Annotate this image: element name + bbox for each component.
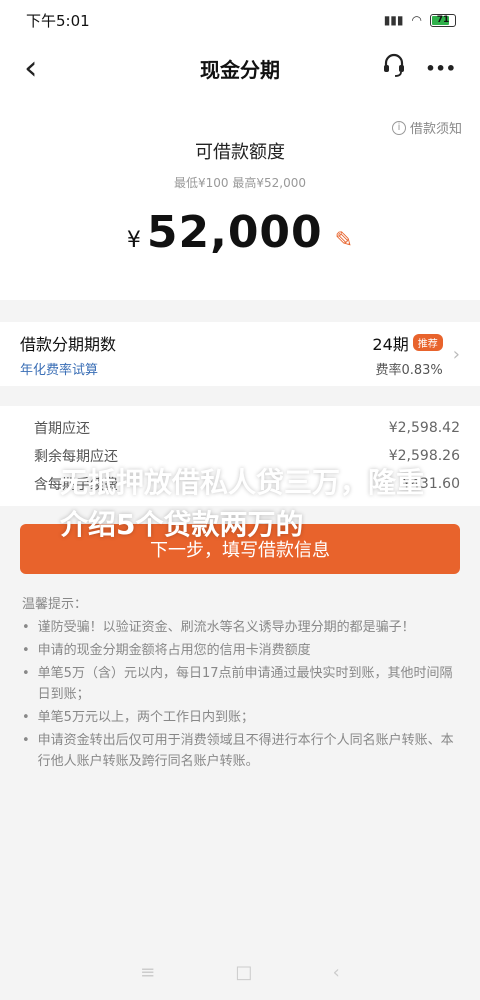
tip-item: • 单笔5万元以上，两个工作日内到账； bbox=[22, 710, 254, 725]
loan-notice-link[interactable]: i 借款须知 bbox=[391, 118, 462, 137]
recommended-badge: 推荐 bbox=[412, 334, 443, 351]
amount-range: 最低¥100 最高¥52,000 bbox=[174, 176, 306, 190]
installment-term-selector[interactable]: 借款分期期数 年化费率试算 24期 推荐 费率0.83% › bbox=[0, 322, 480, 386]
status-bar: 下午5:01 ▮▮▮ ◠ 71 bbox=[0, 0, 480, 40]
currency-symbol: ¥ bbox=[126, 228, 141, 253]
tip-item: • 申请的现金分期金额将占用您的信用卡消费额度 bbox=[22, 643, 311, 658]
chevron-right-icon: › bbox=[452, 343, 460, 365]
loan-amount-value[interactable]: 52,000 bbox=[147, 207, 323, 258]
amount-card: i 借款须知 可借款额度 最低¥100 最高¥52,000 ¥ 52,000 ✎ bbox=[0, 96, 480, 300]
tip-item: • 单笔5万（含）元以内，每日17点前申请通过最快实时到账，其他时间隔日到账； bbox=[22, 666, 453, 702]
loan-notice-label: 借款须知 bbox=[409, 122, 462, 137]
status-time: 下午5:01 bbox=[26, 11, 90, 30]
rate-calculator-link[interactable]: 年化费率试算 bbox=[20, 359, 116, 378]
customer-service-icon[interactable] bbox=[381, 52, 407, 84]
repay-label: 首期应还 bbox=[34, 421, 90, 437]
repay-row-fee: 含每期手续费 ¥431.60 bbox=[34, 470, 460, 498]
fee-rate: 费率0.83% bbox=[375, 362, 443, 378]
signal-icon: ▮▮▮ bbox=[383, 13, 404, 27]
repay-row-remaining: 剩余每期应还 ¥2,598.26 bbox=[34, 442, 460, 470]
home-icon[interactable]: □ bbox=[235, 962, 252, 983]
repay-label: 含每期手续费 bbox=[34, 477, 118, 493]
back-icon[interactable]: ‹ bbox=[24, 51, 38, 85]
nav-bar: ‹ 现金分期 ••• bbox=[0, 40, 480, 96]
menu-icon[interactable]: ≡ bbox=[140, 962, 155, 983]
info-icon: i bbox=[391, 120, 406, 135]
repay-row-first: 首期应还 ¥2,598.42 bbox=[34, 414, 460, 442]
system-nav-bar: ≡ □ ‹ bbox=[0, 944, 480, 1000]
repay-value: ¥2,598.26 bbox=[388, 448, 460, 464]
battery-icon: 71 bbox=[430, 13, 456, 27]
tips-title: 温馨提示： bbox=[22, 597, 88, 612]
repay-value: ¥431.60 bbox=[402, 476, 460, 492]
tip-item: • 谨防受骗！以验证资金、刷流水等名义诱导办理分期的都是骗子！ bbox=[22, 620, 415, 635]
system-back-icon[interactable]: ‹ bbox=[333, 962, 340, 983]
term-label: 借款分期期数 bbox=[20, 334, 117, 354]
page-title: 现金分期 bbox=[200, 57, 280, 82]
edit-icon[interactable]: ✎ bbox=[335, 228, 353, 253]
tip-item: • 申请资金转出后仅可用于消费领域且不得进行本行个人同名账户转账、本行他人账户转账… bbox=[22, 733, 454, 769]
repay-value: ¥2,598.42 bbox=[388, 420, 460, 436]
tips-section: 温馨提示： • 谨防受骗！以验证资金、刷流水等名义诱导办理分期的都是骗子！ • 申请… bbox=[0, 574, 480, 772]
amount-row: ¥ 52,000 ✎ bbox=[0, 207, 480, 258]
repayment-details: 首期应还 ¥2,598.42 剩余每期应还 ¥2,598.26 含每期手续费 ¥… bbox=[0, 406, 480, 506]
repay-label: 剩余每期应还 bbox=[34, 449, 118, 465]
wifi-icon: ◠ bbox=[411, 13, 422, 27]
more-icon[interactable]: ••• bbox=[425, 59, 456, 78]
status-icons: ▮▮▮ ◠ 71 bbox=[384, 13, 456, 27]
next-step-button[interactable]: 下一步，填写借款信息 bbox=[20, 524, 460, 574]
term-value: 24期 bbox=[372, 334, 409, 354]
